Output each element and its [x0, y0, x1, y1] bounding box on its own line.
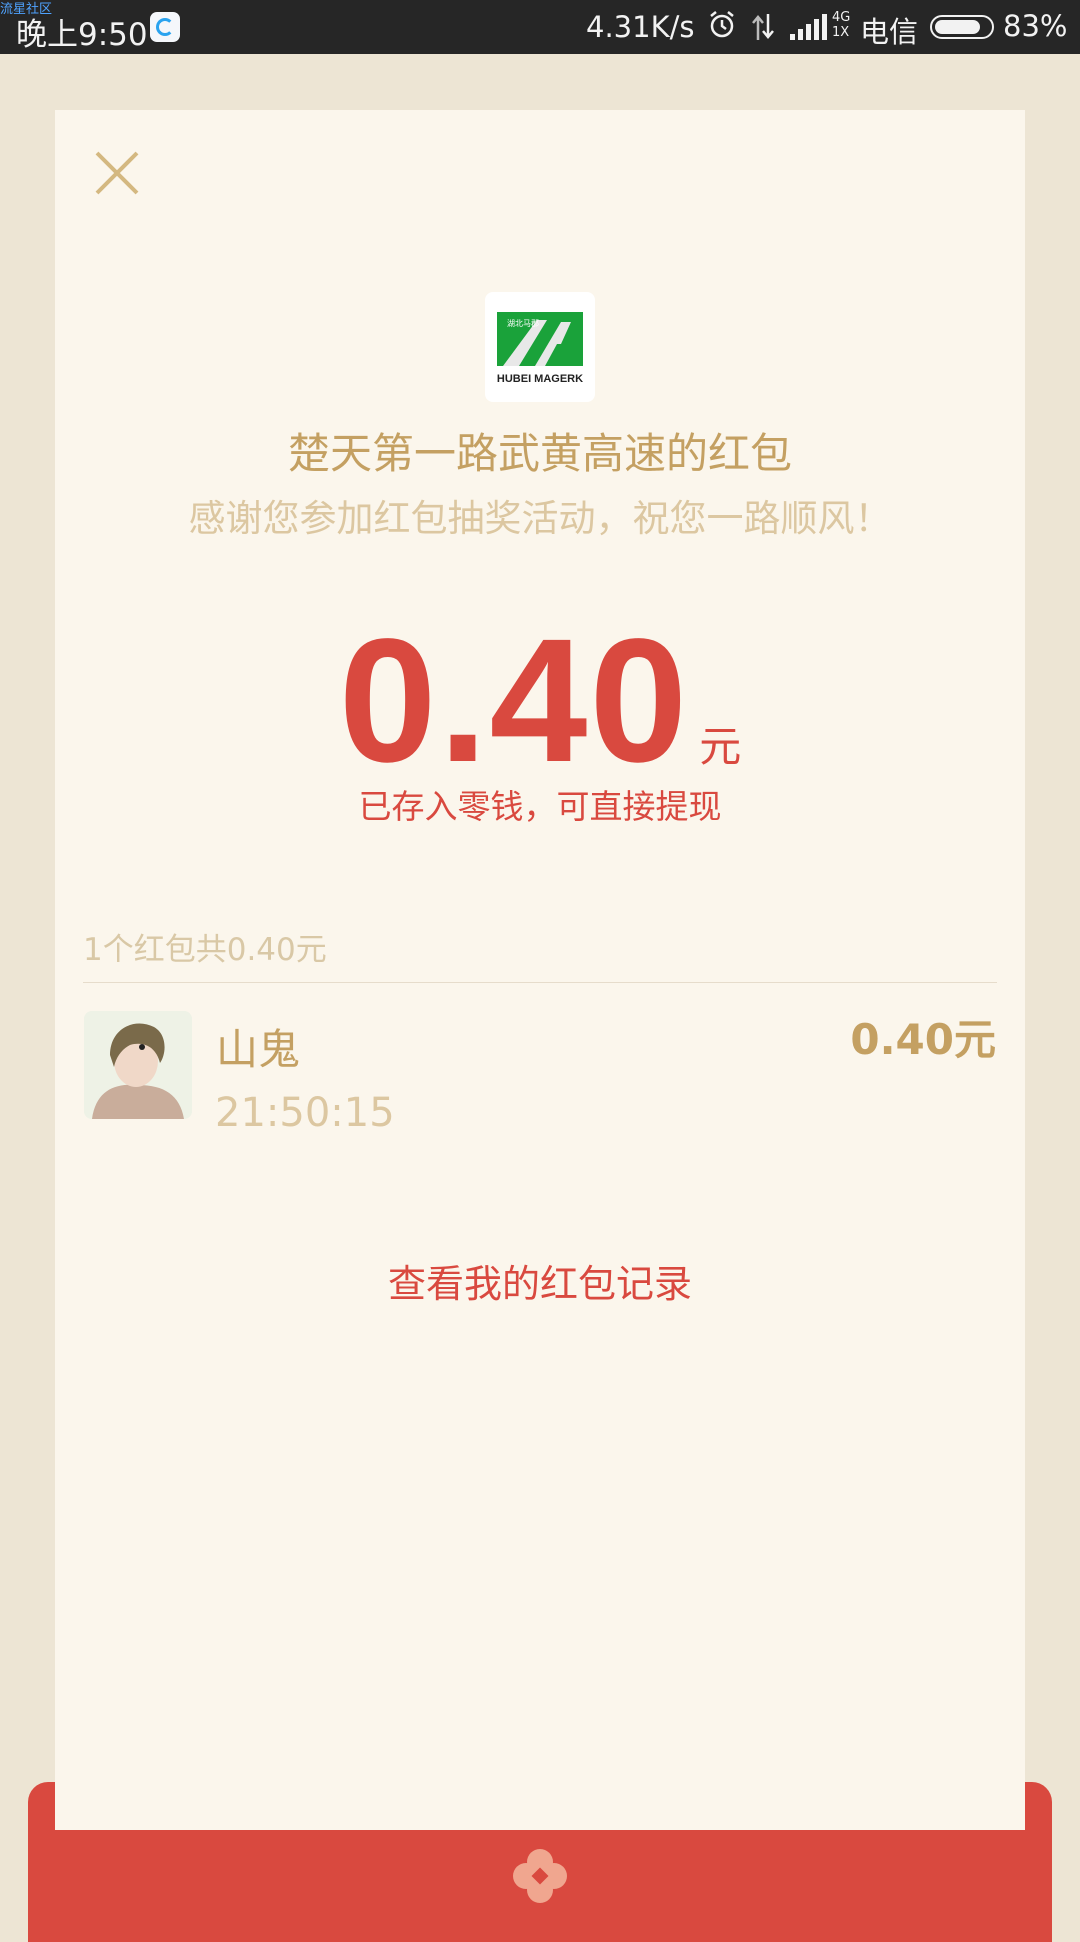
avatar-image	[84, 1011, 192, 1119]
logo-top-text: 湖北马郡	[507, 318, 539, 328]
amount-unit: 元	[699, 722, 742, 771]
network-type: 4G 1X	[832, 10, 851, 40]
record-name: 山鬼	[216, 1025, 301, 1074]
battery-percent: 83%	[1003, 9, 1068, 43]
hubei-mager-logo: 湖北马郡 HUBEI MAGERK	[485, 292, 595, 402]
carrier-name: 电信	[860, 15, 919, 49]
record-time: 21:50:15	[215, 1090, 395, 1136]
alarm-icon	[710, 11, 734, 38]
status-bar: 流星社区 晚上9:50 4.31K/s 4G 1X 电信 83%	[0, 0, 1080, 54]
battery-icon	[930, 15, 994, 39]
logo-graphic: 湖北马郡 HUBEI MAGERK	[497, 312, 583, 385]
network-speed: 4.31K/s	[586, 10, 695, 44]
flower-icon	[513, 1849, 567, 1903]
avatar[interactable]	[84, 1011, 192, 1119]
packet-subtitle: 感谢您参加红包抽奖活动，祝您一路顺风！	[188, 497, 892, 540]
record-amount: 0.40元	[850, 1015, 996, 1064]
amount-value: 0.40	[338, 603, 690, 799]
view-history-link[interactable]: 查看我的红包记录	[55, 1253, 1025, 1308]
close-icon[interactable]	[92, 148, 142, 198]
amount-display: 0.40 元	[55, 600, 1025, 802]
logo-bottom-text: HUBEI MAGERK	[497, 373, 583, 385]
card-zigzag-edge	[55, 1816, 1025, 1828]
data-transfer-icon	[752, 14, 774, 40]
battery-fill	[935, 20, 980, 34]
packet-title: 楚天第一路武黄高速的红包	[287, 429, 792, 478]
stored-note: 已存入零钱，可直接提现	[358, 787, 722, 826]
divider	[83, 982, 997, 983]
signal-icon	[790, 14, 827, 40]
packet-summary: 1个红包共0.40元	[83, 932, 327, 968]
qq-browser-icon	[150, 12, 180, 42]
status-time: 晚上9:50	[16, 17, 148, 53]
